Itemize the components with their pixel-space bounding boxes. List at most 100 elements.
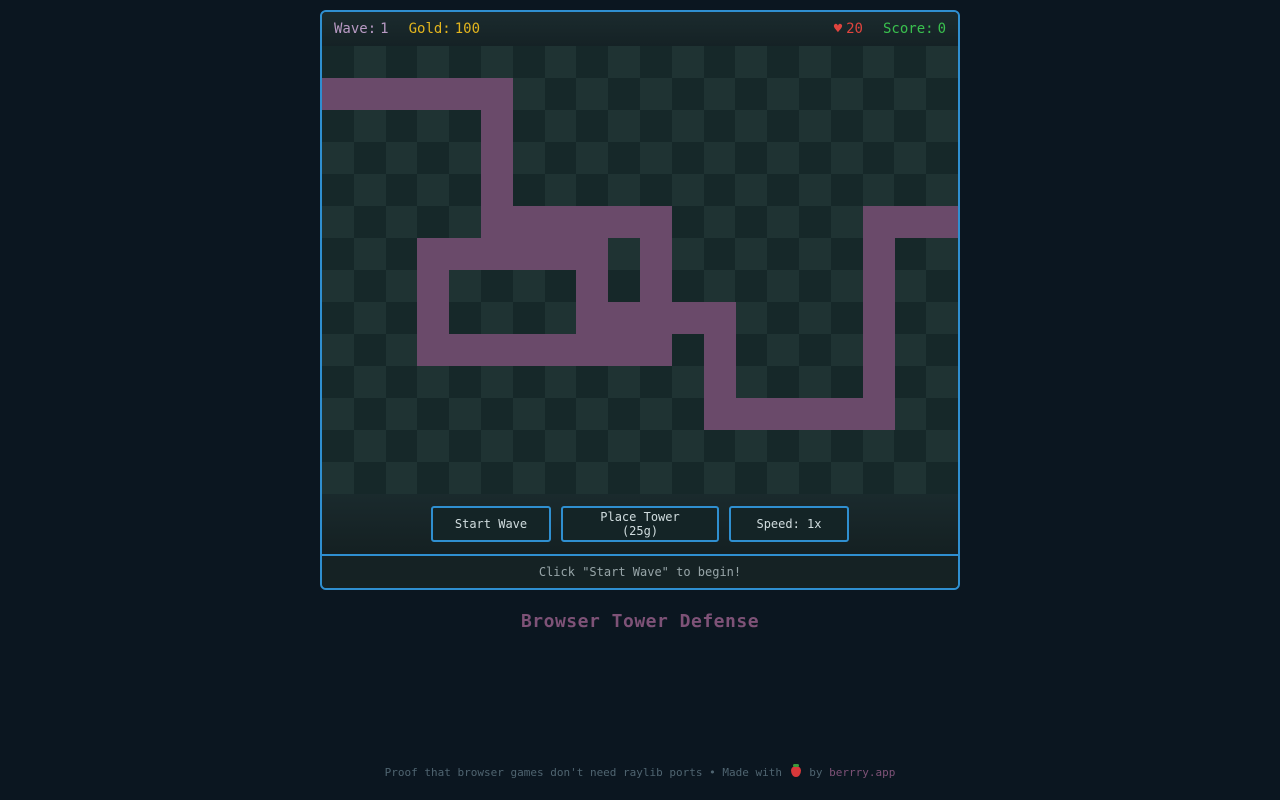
grid-cell[interactable] [767, 174, 800, 206]
grid-cell[interactable] [385, 174, 418, 206]
grid-cell[interactable] [608, 78, 641, 110]
grid-cell[interactable] [830, 462, 863, 494]
grid-cell[interactable] [671, 430, 704, 462]
grid-cell[interactable] [799, 110, 831, 142]
grid-cell[interactable] [862, 462, 895, 494]
grid-cell[interactable] [608, 238, 641, 270]
grid-cell[interactable] [417, 430, 450, 462]
grid-cell[interactable] [640, 430, 672, 462]
grid-cell[interactable] [512, 302, 545, 334]
grid-cell[interactable] [385, 46, 418, 78]
grid-cell[interactable] [353, 46, 386, 78]
grid-cell[interactable] [608, 398, 641, 430]
grid-cell[interactable] [735, 206, 768, 238]
grid-cell[interactable] [767, 462, 800, 494]
grid-cell[interactable] [544, 270, 577, 302]
grid-cell[interactable] [353, 398, 386, 430]
grid-cell[interactable] [830, 46, 863, 78]
grid-cell[interactable] [481, 398, 513, 430]
grid-cell[interactable] [703, 270, 736, 302]
grid-cell[interactable] [417, 142, 450, 174]
grid-cell[interactable] [512, 78, 545, 110]
start-wave-button[interactable]: Start Wave [431, 506, 551, 542]
grid-cell[interactable] [671, 270, 704, 302]
grid-cell[interactable] [385, 398, 418, 430]
grid-cell[interactable] [926, 302, 958, 334]
grid-cell[interactable] [544, 142, 577, 174]
grid-cell[interactable] [544, 110, 577, 142]
grid-cell[interactable] [735, 270, 768, 302]
grid-cell[interactable] [703, 462, 736, 494]
grid-cell[interactable] [703, 238, 736, 270]
grid-cell[interactable] [799, 462, 831, 494]
grid-cell[interactable] [576, 46, 609, 78]
grid-cell[interactable] [703, 430, 736, 462]
grid-cell[interactable] [767, 46, 800, 78]
grid-cell[interactable] [671, 398, 704, 430]
grid-cell[interactable] [449, 46, 482, 78]
grid-cell[interactable] [322, 398, 354, 430]
grid-cell[interactable] [385, 334, 418, 366]
grid-cell[interactable] [544, 366, 577, 398]
grid-cell[interactable] [894, 142, 927, 174]
grid-cell[interactable] [322, 174, 354, 206]
grid-cell[interactable] [640, 110, 672, 142]
grid-cell[interactable] [862, 78, 895, 110]
grid-cell[interactable] [862, 46, 895, 78]
grid-cell[interactable] [576, 110, 609, 142]
grid-cell[interactable] [481, 430, 513, 462]
grid-cell[interactable] [576, 462, 609, 494]
grid-cell[interactable] [640, 142, 672, 174]
grid-cell[interactable] [799, 206, 831, 238]
grid-cell[interactable] [926, 398, 958, 430]
grid-cell[interactable] [862, 430, 895, 462]
grid-cell[interactable] [481, 462, 513, 494]
grid-cell[interactable] [830, 334, 863, 366]
grid-cell[interactable] [417, 462, 450, 494]
grid-cell[interactable] [512, 46, 545, 78]
grid-cell[interactable] [894, 366, 927, 398]
grid-cell[interactable] [322, 270, 354, 302]
grid-cell[interactable] [640, 46, 672, 78]
grid-cell[interactable] [735, 238, 768, 270]
grid-cell[interactable] [799, 302, 831, 334]
grid-cell[interactable] [926, 46, 958, 78]
grid-cell[interactable] [735, 78, 768, 110]
grid-cell[interactable] [512, 110, 545, 142]
grid-cell[interactable] [449, 398, 482, 430]
grid-cell[interactable] [799, 366, 831, 398]
grid-cell[interactable] [671, 462, 704, 494]
grid-cell[interactable] [830, 302, 863, 334]
grid-cell[interactable] [703, 174, 736, 206]
grid-cell[interactable] [894, 78, 927, 110]
grid-cell[interactable] [544, 174, 577, 206]
grid-cell[interactable] [862, 142, 895, 174]
grid-cell[interactable] [544, 46, 577, 78]
grid-cell[interactable] [385, 270, 418, 302]
grid-cell[interactable] [830, 174, 863, 206]
grid-cell[interactable] [353, 334, 386, 366]
grid-cell[interactable] [385, 366, 418, 398]
grid-cell[interactable] [862, 174, 895, 206]
grid-cell[interactable] [735, 46, 768, 78]
grid-cell[interactable] [385, 462, 418, 494]
grid-cell[interactable] [417, 110, 450, 142]
grid-cell[interactable] [799, 46, 831, 78]
grid-cell[interactable] [576, 430, 609, 462]
grid-cell[interactable] [449, 174, 482, 206]
grid-cell[interactable] [830, 78, 863, 110]
grid-cell[interactable] [735, 110, 768, 142]
grid-cell[interactable] [926, 366, 958, 398]
grid-cell[interactable] [353, 430, 386, 462]
grid-cell[interactable] [322, 142, 354, 174]
grid-cell[interactable] [735, 334, 768, 366]
grid-cell[interactable] [417, 46, 450, 78]
grid-cell[interactable] [894, 174, 927, 206]
grid-cell[interactable] [830, 430, 863, 462]
grid-cell[interactable] [481, 46, 513, 78]
grid-cell[interactable] [608, 366, 641, 398]
grid-cell[interactable] [576, 142, 609, 174]
grid-cell[interactable] [576, 174, 609, 206]
grid-cell[interactable] [449, 366, 482, 398]
grid-cell[interactable] [608, 174, 641, 206]
